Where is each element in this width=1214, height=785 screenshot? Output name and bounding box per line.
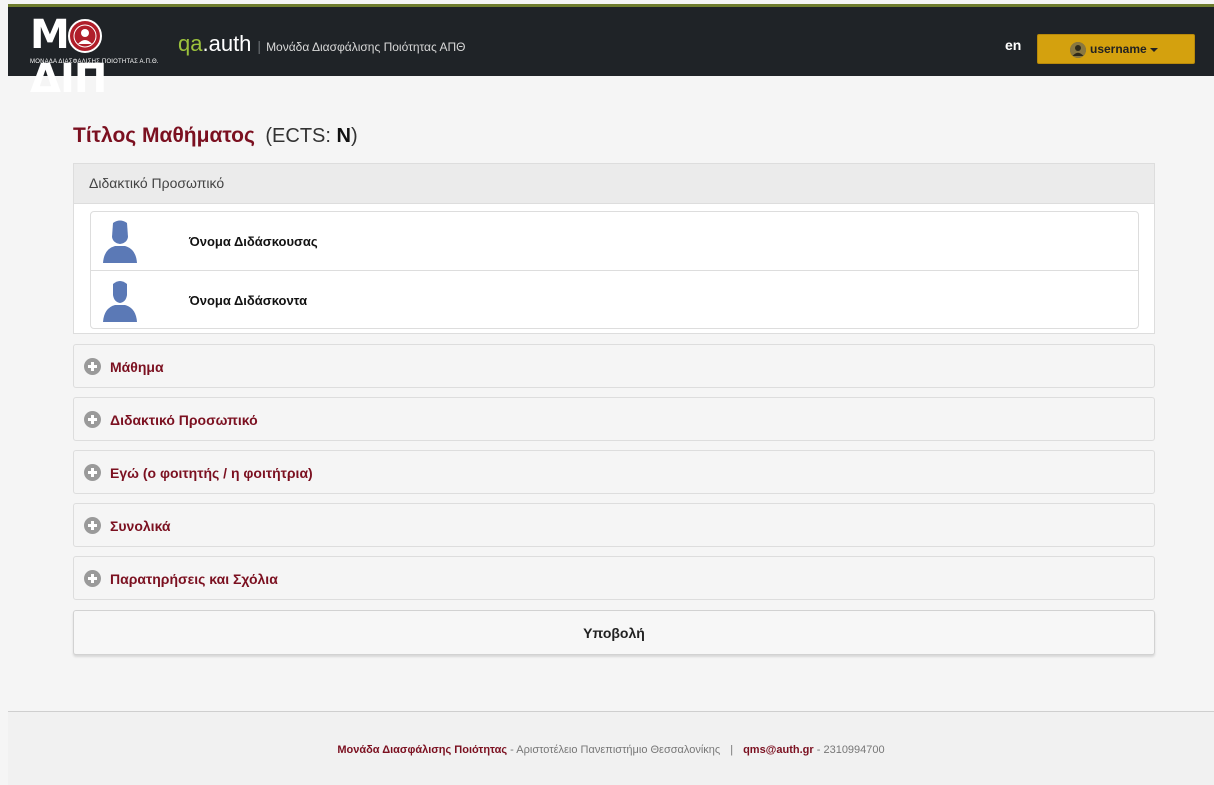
section-label: Παρατηρήσεις και Σχόλια [110, 571, 278, 587]
chevron-down-icon [1149, 47, 1158, 52]
user-menu-label: username [1090, 42, 1158, 56]
modip-logo[interactable]: ΜΔΙΠ ΜΟΝΑΔΑ ΔΙΑΣΦΑΛΙΣΗΣ ΠΟΙΟΤΗΤΑΣ Α.Π.Θ. [30, 13, 170, 101]
staff-name: Όνομα Διδάσκουσας [189, 234, 318, 249]
section-label: Εγώ (ο φοιτητής / η φοιτήτρια) [110, 465, 313, 481]
teaching-staff-panel: Διδακτικό Προσωπικό Όνομα Διδάσκουσας Όν… [73, 163, 1155, 334]
section-comments[interactable]: Παρατηρήσεις και Σχόλια [73, 556, 1155, 600]
staff-list-item: Όνομα Διδάσκουσας [91, 212, 1138, 270]
ects-suffix: ) [350, 125, 358, 147]
page-title: Τίτλος Μαθήματος (ECTS: N) [73, 124, 358, 148]
male-user-icon [103, 281, 137, 322]
ects-prefix: (ECTS: [265, 125, 337, 147]
course-name: Τίτλος Μαθήματος [73, 124, 255, 147]
footer-phone: - 2310994700 [813, 744, 885, 756]
staff-list-item: Όνομα Διδάσκοντα [91, 270, 1138, 328]
footer-line: Μονάδα Διασφάλισης Ποιότητας - Αριστοτέλ… [8, 744, 1214, 756]
plus-circle-icon [84, 464, 101, 481]
user-menu-button[interactable]: username [1037, 34, 1195, 64]
staff-panel-heading: Διδακτικό Προσωπικό [74, 164, 1154, 204]
staff-name: Όνομα Διδάσκοντα [189, 293, 308, 308]
footer-separator: | [730, 744, 734, 756]
section-overall[interactable]: Συνολικά [73, 503, 1155, 547]
plus-circle-icon [84, 358, 101, 375]
plus-circle-icon [84, 570, 101, 587]
brand-auth: .auth [202, 31, 252, 56]
section-label: Μάθημα [110, 359, 164, 375]
language-switch[interactable]: en [1005, 37, 1021, 53]
page-footer: Μονάδα Διασφάλισης Ποιότητας - Αριστοτέλ… [8, 711, 1214, 785]
ects-value: N [336, 125, 351, 147]
section-student[interactable]: Εγώ (ο φοιτητής / η φοιτήτρια) [73, 450, 1155, 494]
ects-label: (ECTS: N) [265, 125, 357, 147]
footer-university: - Αριστοτέλειο Πανεπιστήμιο Θεσσαλονίκης [507, 744, 721, 756]
logo-subtitle: ΜΟΝΑΔΑ ΔΙΑΣΦΑΛΙΣΗΣ ΠΟΙΟΤΗΤΑΣ Α.Π.Θ. [30, 59, 159, 65]
plus-circle-icon [84, 517, 101, 534]
seal-icon [68, 19, 102, 53]
username-text: username [1090, 42, 1147, 56]
brand-title[interactable]: qa.auth | Μονάδα Διασφάλισης Ποιότητας ΑΠΘ [178, 31, 465, 57]
brand-description: Μονάδα Διασφάλισης Ποιότητας ΑΠΘ [266, 40, 466, 54]
staff-list: Όνομα Διδάσκουσας Όνομα Διδάσκοντα [90, 211, 1139, 329]
user-icon [1070, 42, 1086, 58]
section-course[interactable]: Μάθημα [73, 344, 1155, 388]
brand-qa: qa [178, 31, 203, 56]
section-label: Διδακτικό Προσωπικό [110, 412, 258, 428]
plus-circle-icon [84, 411, 101, 428]
brand-separator: | [257, 38, 262, 54]
female-user-icon [103, 220, 137, 263]
section-teaching-staff[interactable]: Διδακτικό Προσωπικό [73, 397, 1155, 441]
footer-org-link[interactable]: Μονάδα Διασφάλισης Ποιότητας [337, 744, 507, 756]
submit-button[interactable]: Υποβολή [73, 610, 1155, 655]
top-navbar: ΜΔΙΠ ΜΟΝΑΔΑ ΔΙΑΣΦΑΛΙΣΗΣ ΠΟΙΟΤΗΤΑΣ Α.Π.Θ.… [8, 4, 1214, 101]
section-label: Συνολικά [110, 518, 171, 534]
footer-email-link[interactable]: qms@auth.gr [743, 744, 814, 756]
